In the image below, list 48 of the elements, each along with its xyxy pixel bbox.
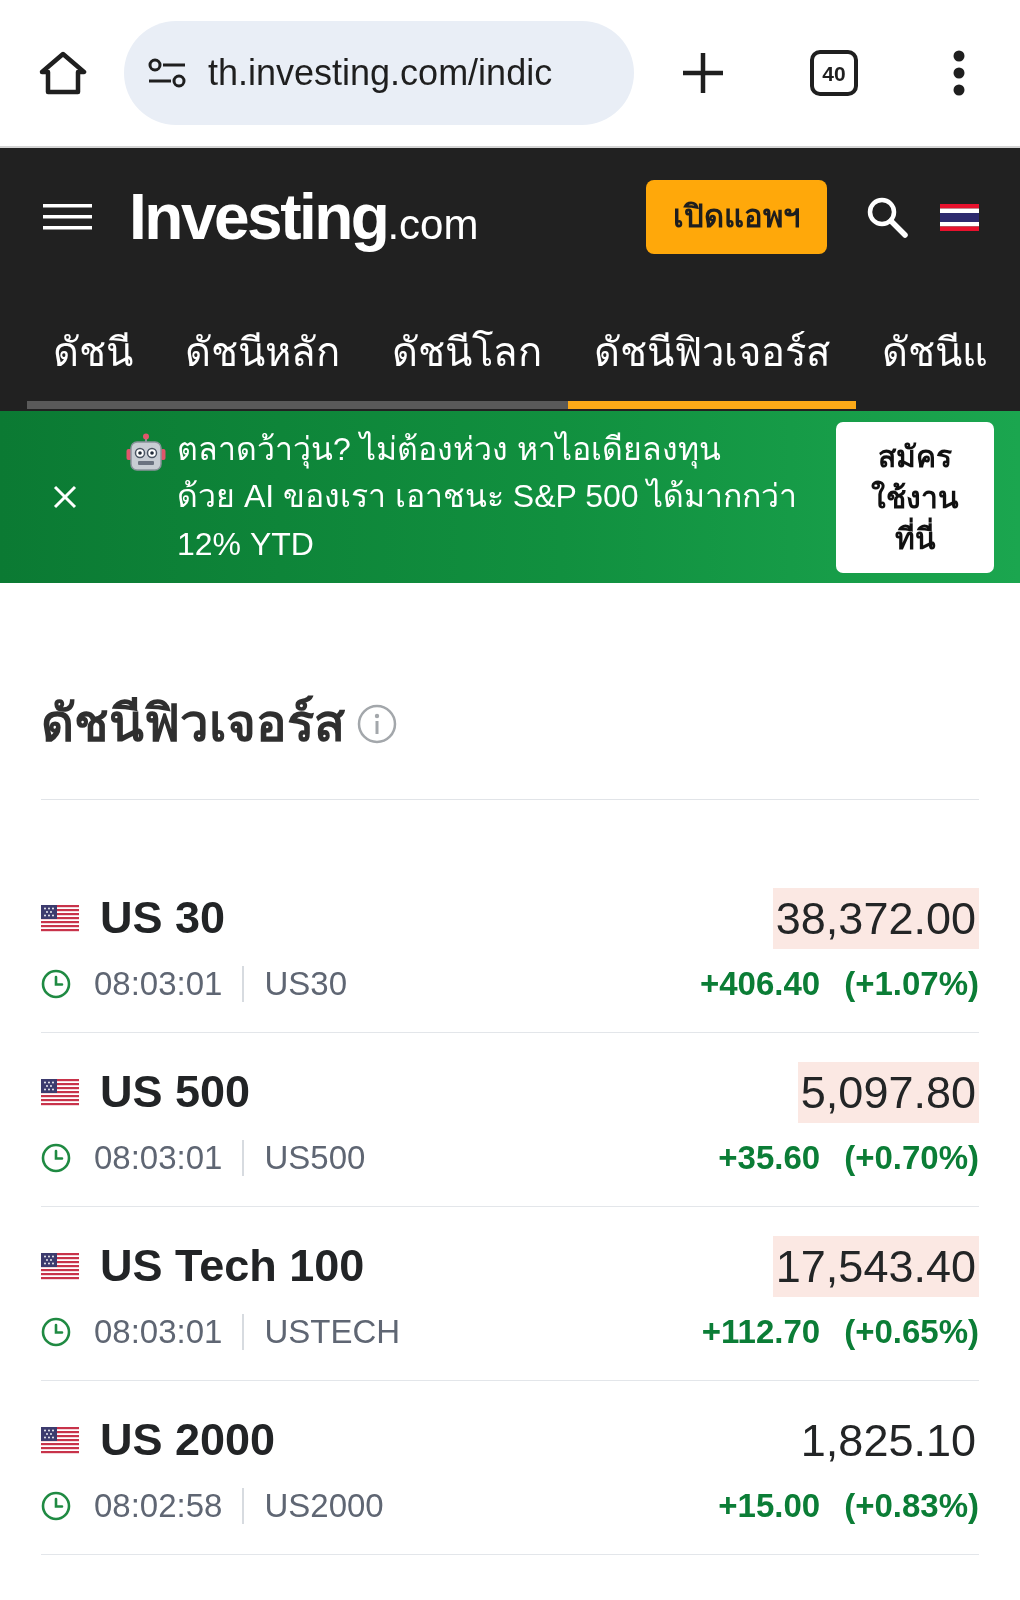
search-icon[interactable] (866, 196, 908, 238)
instrument-name[interactable]: US Tech 100 (100, 1240, 365, 1292)
change-percent: (+0.65%) (844, 1312, 979, 1352)
flag-icon (41, 1252, 79, 1280)
section-title: ดัชนีฟิวเจอร์ส (41, 696, 345, 752)
price-value: 1,825.10 (799, 1413, 977, 1468)
tab-switcher-button[interactable]: 40 (810, 50, 858, 96)
clock-icon (41, 1143, 71, 1173)
promo-text: ตลาดว้าวุ่น? ไม่ต้องห่วง หาไอเดียลงทุน ด้วย AI ของเรา เอาชนะ S&P 500 ได้มากกว่า 12% YTD (177, 429, 798, 564)
symbol-text: US2000 (264, 1486, 384, 1526)
symbol-text: USTECH (264, 1312, 401, 1352)
time-text: 08:03:01 (94, 1312, 223, 1352)
symbol-text: US30 (264, 964, 348, 1004)
change-value: +112.70 (701, 1312, 821, 1352)
price-value: 17,543.40 (772, 1235, 979, 1297)
plus-icon[interactable] (681, 51, 725, 95)
instrument-name[interactable]: US 30 (100, 892, 226, 944)
change-value: +35.60 (718, 1138, 821, 1178)
change-percent: (+0.83%) (844, 1486, 979, 1526)
change-percent: (+0.70%) (844, 1138, 979, 1178)
time-text: 08:03:01 (94, 1138, 223, 1178)
change-value: +406.40 (699, 964, 821, 1004)
instrument-name[interactable]: US 2000 (100, 1414, 276, 1466)
close-icon[interactable] (53, 485, 77, 509)
flag-icon (41, 1078, 79, 1106)
home-icon[interactable] (39, 51, 87, 95)
robot-icon (126, 433, 166, 471)
clock-icon (41, 1491, 71, 1521)
price-value: 5,097.80 (797, 1061, 979, 1123)
price-value: 38,372.00 (772, 887, 979, 949)
address-field[interactable]: th.investing.com/indic (124, 21, 634, 125)
sliders-icon[interactable] (148, 58, 186, 88)
signup-button[interactable]: สมัคร ใช้งาน ที่นี่ (836, 421, 994, 573)
menu-icon[interactable] (43, 204, 92, 230)
change-value: +15.00 (718, 1486, 821, 1526)
clock-icon (41, 1317, 71, 1347)
instrument-name[interactable]: US 500 (100, 1066, 251, 1118)
clock-icon (41, 969, 71, 999)
time-text: 08:03:01 (94, 964, 223, 1004)
symbol-text: US500 (264, 1138, 366, 1178)
time-text: 08:02:58 (94, 1486, 223, 1526)
more-icon[interactable] (953, 50, 965, 96)
nav-tab[interactable]: ดัชนีแ (856, 328, 1014, 409)
flag-icon[interactable] (940, 203, 979, 231)
open-app-button[interactable]: เปิดแอพฯ (646, 180, 827, 254)
flag-icon (41, 1426, 79, 1454)
change-percent: (+1.07%) (844, 964, 979, 1004)
flag-icon (41, 904, 79, 932)
